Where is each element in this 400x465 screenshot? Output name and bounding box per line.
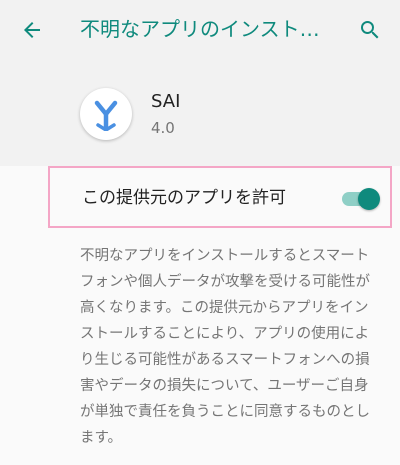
sai-app-icon bbox=[80, 88, 132, 140]
app-bar: 不明なアプリのインストール bbox=[0, 0, 400, 60]
allow-from-source-switch[interactable] bbox=[340, 187, 380, 210]
allow-from-source-label: この提供元のアプリを許可 bbox=[82, 188, 286, 208]
warning-description: 不明なアプリをインストールするとスマートフォンや個人データが攻撃を受ける可能性が… bbox=[80, 248, 370, 446]
app-name: SAI bbox=[151, 91, 181, 112]
page-title: 不明なアプリのインストール bbox=[80, 17, 330, 41]
arrow-back-icon bbox=[24, 22, 40, 38]
search-icon bbox=[361, 21, 379, 39]
back-button[interactable] bbox=[14, 12, 50, 48]
allow-from-source-row[interactable]: この提供元のアプリを許可 bbox=[48, 166, 392, 228]
search-button[interactable] bbox=[352, 12, 388, 48]
app-info-header: SAI 4.0 bbox=[0, 60, 400, 166]
switch-thumb bbox=[358, 188, 380, 210]
app-version: 4.0 bbox=[151, 119, 175, 137]
unknown-apps-settings-screen: 不明なアプリのインストール SAI 4.0 この提供元のアプリを許可 不明なアプ… bbox=[0, 0, 400, 465]
